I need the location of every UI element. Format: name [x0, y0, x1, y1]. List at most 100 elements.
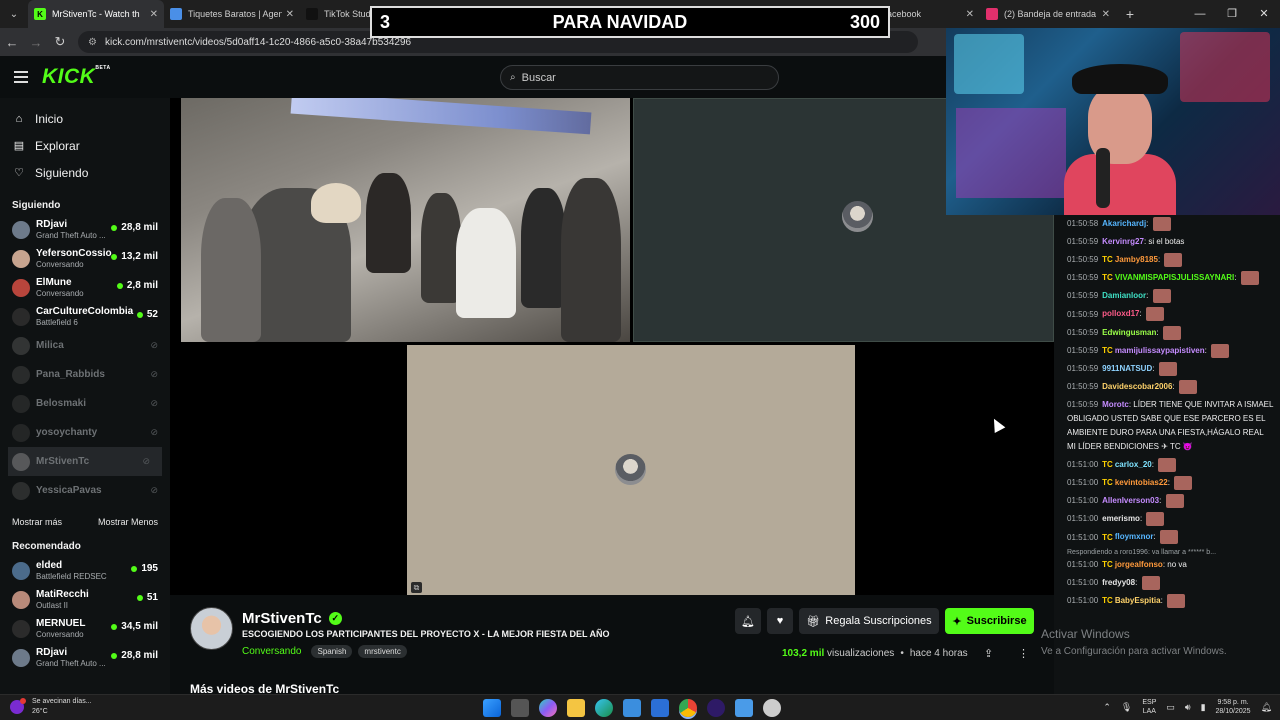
chat-username[interactable]: Jamby8185: [1115, 255, 1158, 264]
streamer-avatar[interactable]: [190, 607, 233, 650]
subscribe-button[interactable]: ✦ Suscribirse: [945, 608, 1034, 634]
chat-message[interactable]: 01:50:59 TC mamijulissaypapistiven:: [1054, 342, 1280, 360]
chat-username[interactable]: Kervinrg27: [1102, 237, 1144, 246]
tab-close-icon[interactable]: ✕: [286, 9, 294, 20]
chat-message[interactable]: 01:50:59 TC VIVANMISPAPISJULISSAYNARI:: [1054, 269, 1280, 287]
forward-icon[interactable]: →: [24, 35, 48, 50]
chat-username[interactable]: Akarichardj: [1102, 219, 1146, 228]
chat-username[interactable]: Davidescobar2006: [1102, 382, 1172, 391]
channel-item[interactable]: RDjavi Grand Theft Auto ... 28,8 mil: [0, 643, 170, 672]
file-explorer-icon[interactable]: [567, 699, 585, 717]
follow-button[interactable]: ♥: [767, 608, 793, 634]
browser-tab[interactable]: K MrStivenTc - Watch th ✕: [28, 0, 164, 28]
chat-username[interactable]: BabyEspitia: [1115, 596, 1161, 605]
clock[interactable]: 9:58 p. m. 28/10/2025: [1216, 698, 1251, 716]
channel-item[interactable]: yosoychanty ⊘: [0, 418, 170, 447]
gift-subs-button[interactable]: 🎁︎ Regala Suscripciones: [799, 608, 939, 634]
tag-chip[interactable]: Spanish: [311, 645, 353, 658]
network-icon[interactable]: ▭: [1166, 702, 1175, 713]
channel-item[interactable]: RDjavi Grand Theft Auto ... 28,8 mil: [0, 215, 170, 244]
chat-message[interactable]: 01:51:00 TC kevintobias22:: [1054, 474, 1280, 492]
chat-message[interactable]: 01:50:59 polloxd17:: [1054, 305, 1280, 323]
tag-chip[interactable]: mrstiventc: [358, 645, 407, 658]
new-tab-icon[interactable]: +: [1116, 6, 1144, 22]
channel-item[interactable]: YefersonCossio Conversando 13,2 mil: [0, 244, 170, 273]
show-less-button[interactable]: Mostrar Menos: [98, 517, 158, 527]
browser-tab[interactable]: (2) Bandeja de entrada - ✕: [980, 0, 1116, 28]
app-icon[interactable]: [735, 699, 753, 717]
reload-icon[interactable]: ↻: [48, 34, 72, 50]
chat-message[interactable]: 01:51:00 TC BabyEspitia:: [1054, 592, 1280, 610]
menu-icon[interactable]: [14, 71, 28, 83]
mic-icon[interactable]: 🎙︎: [1121, 702, 1132, 713]
volume-icon[interactable]: 🔊︎: [1185, 702, 1191, 713]
chat-message[interactable]: 01:50:59 Davidescobar2006:: [1054, 378, 1280, 396]
chat-username[interactable]: floymxnor: [1115, 533, 1154, 542]
channel-item[interactable]: MrStivenTc ⊘: [8, 447, 162, 476]
channel-item[interactable]: Belosmaki ⊘: [0, 389, 170, 418]
minimize-icon[interactable]: —: [1184, 0, 1216, 28]
category-link[interactable]: Conversando: [242, 646, 301, 657]
sidebar-nav-explorar[interactable]: ▤ Explorar: [0, 132, 170, 159]
chat-username[interactable]: kevintobias22: [1115, 478, 1168, 487]
chat-message[interactable]: 01:51:00 AllenIverson03:: [1054, 492, 1280, 510]
edge-icon[interactable]: [595, 699, 613, 717]
app-icon[interactable]: [707, 699, 725, 717]
chat-username[interactable]: VIVANMISPAPISJULISSAYNARI: [1115, 273, 1234, 282]
back-icon[interactable]: ←: [0, 35, 24, 50]
channel-item[interactable]: Pana_Rabbids ⊘: [0, 360, 170, 389]
chat-message[interactable]: 01:50:59 Edwingusman:: [1054, 324, 1280, 342]
chat-message[interactable]: 01:50:59 TC Jamby8185:: [1054, 251, 1280, 269]
notifications-icon[interactable]: 🔔︎: [1261, 702, 1272, 713]
channel-item[interactable]: YessicaPavas ⊘: [0, 476, 170, 505]
task-view-icon[interactable]: [511, 699, 529, 717]
chat-username[interactable]: polloxd17: [1102, 310, 1139, 319]
channel-item[interactable]: ElMune Conversando 2,8 mil: [0, 273, 170, 302]
chevron-up-icon[interactable]: ⌃: [1103, 702, 1111, 713]
language-indicator[interactable]: ESP LAA: [1142, 698, 1156, 716]
sidebar-nav-siguiendo[interactable]: ♡ Siguiendo: [0, 159, 170, 186]
chat-message[interactable]: 01:51:00 TC jorgealfonso: no va: [1054, 556, 1280, 574]
pip-icon[interactable]: ⧉: [411, 582, 422, 593]
chat-message[interactable]: 01:51:00 fredyy08:: [1054, 574, 1280, 592]
channel-item[interactable]: Milica ⊘: [0, 331, 170, 360]
chrome-icon[interactable]: [679, 699, 697, 717]
chat-username[interactable]: carlox_20: [1115, 460, 1152, 469]
chat-message[interactable]: 01:50:59 9911NATSUD:: [1054, 360, 1280, 378]
store-icon[interactable]: [623, 699, 641, 717]
show-more-button[interactable]: Mostrar más: [12, 517, 62, 527]
chat-username[interactable]: mamijulissaypapistiven: [1115, 346, 1205, 355]
remote-app-icon[interactable]: [651, 699, 669, 717]
battery-icon[interactable]: ▮: [1201, 702, 1206, 713]
channel-item[interactable]: MERNUEL Conversando 34,5 mil: [0, 614, 170, 643]
tab-close-icon[interactable]: ✕: [150, 9, 158, 20]
more-options-icon[interactable]: ⋮: [1018, 647, 1029, 660]
notification-bell-button[interactable]: 🔔︎: [735, 608, 761, 634]
chat-username[interactable]: fredyy08: [1102, 578, 1135, 587]
streamer-name[interactable]: MrStivenTc: [242, 610, 322, 627]
app-icon[interactable]: [763, 699, 781, 717]
chat-message[interactable]: 01:51:00 emerismo:: [1054, 510, 1280, 528]
kick-logo[interactable]: KICKBETA: [42, 65, 111, 89]
share-icon[interactable]: ⇪: [984, 647, 993, 660]
search-input[interactable]: ⌕ Buscar: [500, 65, 779, 90]
weather-widget[interactable]: Se avecinan días... 26°C: [10, 697, 92, 717]
chat-message[interactable]: 01:51:00 TC carlox_20:: [1054, 456, 1280, 474]
tab-search-icon[interactable]: ⌄: [0, 0, 28, 28]
channel-item[interactable]: elded Battlefield REDSEC 195: [0, 556, 170, 585]
tab-close-icon[interactable]: ✕: [966, 9, 974, 20]
channel-item[interactable]: MatiRecchi Outlast II 51: [0, 585, 170, 614]
chat-message[interactable]: 01:50:59 Morotc: LÍDER TIENE QUE INVITAR …: [1054, 396, 1280, 456]
close-window-icon[interactable]: ✕: [1248, 0, 1280, 28]
chat-message[interactable]: 01:50:59 Kervinrg27: si el botas: [1054, 233, 1280, 251]
site-info-icon[interactable]: ⚙: [88, 37, 97, 48]
chat-username[interactable]: AllenIverson03: [1102, 496, 1159, 505]
tab-close-icon[interactable]: ✕: [1102, 9, 1110, 20]
chat-username[interactable]: 9911NATSUD: [1102, 364, 1152, 373]
chat-username[interactable]: Damianloor: [1102, 291, 1146, 300]
channel-item[interactable]: CarCultureColombia Battlefield 6 52: [0, 302, 170, 331]
copilot-icon[interactable]: [539, 699, 557, 717]
browser-tab[interactable]: Tiquetes Baratos | Agenci ✕: [164, 0, 300, 28]
chat-username[interactable]: Morotc: [1102, 400, 1129, 409]
chat-username[interactable]: Edwingusman: [1102, 328, 1156, 337]
